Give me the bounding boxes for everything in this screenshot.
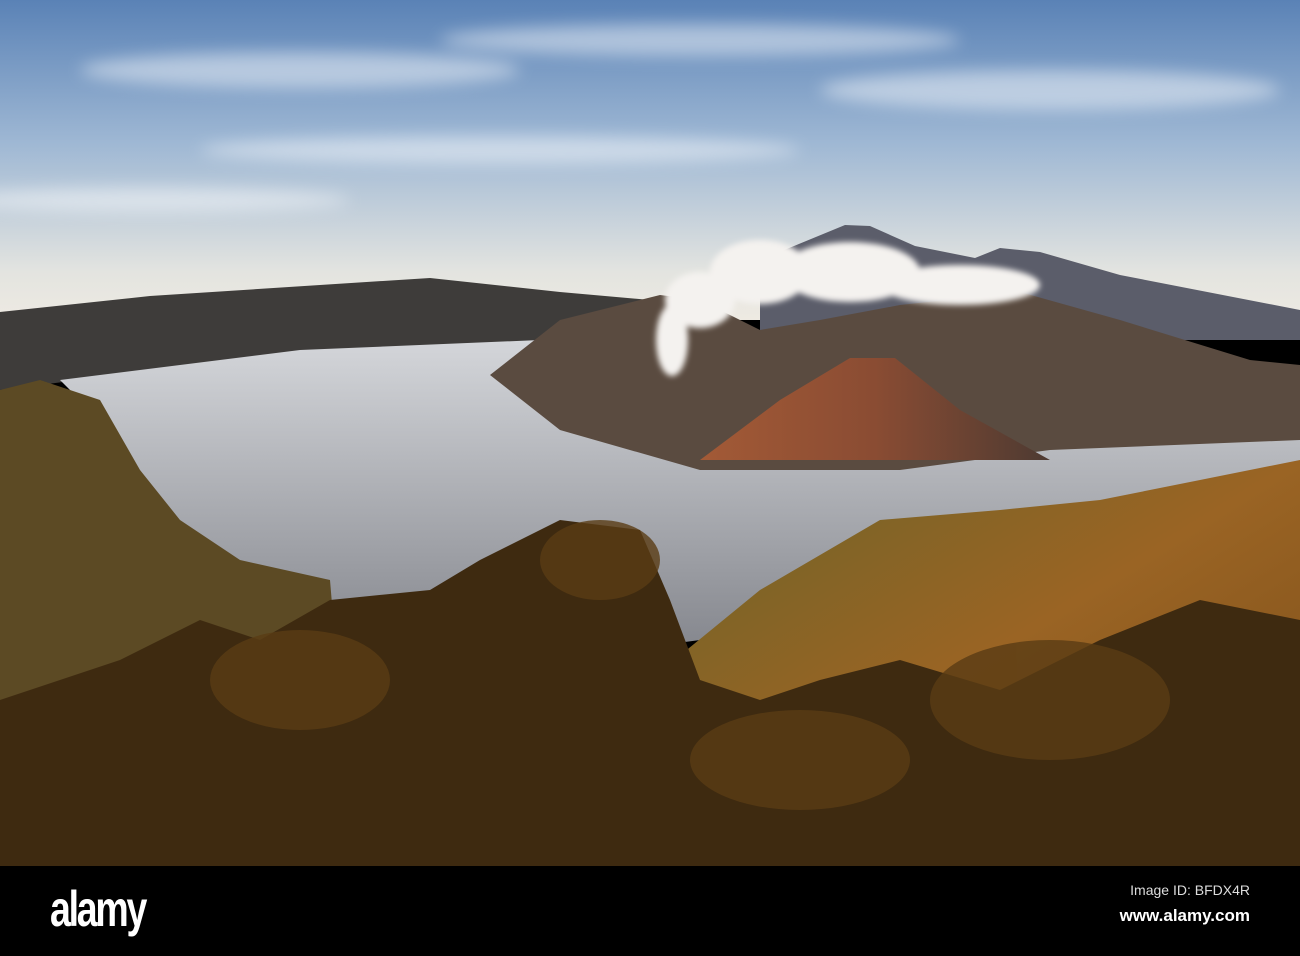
image-id-label: Image ID: BFDX4R xyxy=(1130,882,1250,898)
alamy-logo: alamy xyxy=(50,881,147,937)
volcano-landscape-photo xyxy=(0,0,1300,866)
watermark-bar: alamy Image ID: BFDX4R www.alamy.com xyxy=(0,866,1300,956)
watermark-url[interactable]: www.alamy.com xyxy=(1120,906,1250,926)
stock-photo: alamy Image ID: BFDX4R www.alamy.com xyxy=(0,0,1300,956)
